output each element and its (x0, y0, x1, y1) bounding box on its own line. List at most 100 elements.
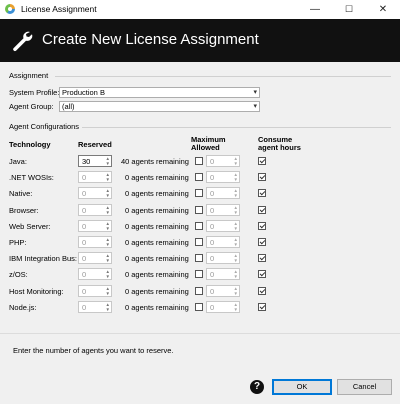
maximum-allowed-checkbox[interactable] (195, 205, 203, 214)
maximum-allowed-checkbox[interactable] (195, 221, 203, 230)
stepper-arrows-icon[interactable]: ▲ ▼ (234, 205, 238, 215)
hint-text: Enter the number of agents you want to r… (13, 346, 174, 355)
dialog-title: Create New License Assignment (42, 31, 259, 48)
reserved-stepper[interactable]: 0 ▲ ▼ (78, 300, 112, 313)
maximum-allowed-checkbox[interactable] (195, 189, 203, 198)
consume-agent-hours-checkbox[interactable] (258, 205, 266, 214)
stepper-arrows-icon[interactable]: ▲ ▼ (106, 253, 110, 263)
cancel-button[interactable]: Cancel (337, 379, 392, 395)
consume-agent-hours-checkbox[interactable] (258, 270, 266, 279)
maximum-allowed-checkbox[interactable] (195, 254, 203, 263)
consume-agent-hours-checkbox[interactable] (258, 173, 266, 182)
reserved-stepper[interactable]: 0 ▲ ▼ (78, 203, 112, 216)
consume-agent-hours-checkbox[interactable] (258, 221, 266, 230)
reserved-stepper[interactable]: 0 ▲ ▼ (78, 187, 112, 200)
technology-label: Native: (9, 189, 33, 199)
maximum-allowed-stepper[interactable]: 0 ▲ ▼ (206, 236, 240, 248)
stepper-arrows-icon[interactable]: ▲ ▼ (234, 172, 238, 182)
consume-agent-hours-checkbox[interactable] (258, 157, 266, 165)
stepper-arrows-icon[interactable]: ▲ ▼ (234, 221, 238, 231)
maximum-allowed-checkbox[interactable] (195, 270, 203, 279)
reserved-value: 0 (82, 286, 87, 296)
window-title: License Assignment (21, 4, 97, 14)
agent-row: .NET WOSIs: 0 ▲ ▼ 0 agents remaining 0 ▲ ▼ (0, 171, 400, 185)
maximum-allowed-checkbox[interactable] (195, 173, 203, 182)
system-profile-select[interactable]: Production B ▾ (59, 87, 260, 98)
agent-row: Java: 30 ▲ ▼ 40 agents remaining 0 ▲ ▼ (0, 155, 400, 169)
stepper-arrows-icon[interactable]: ▲ ▼ (106, 302, 110, 312)
stepper-arrows-icon[interactable]: ▲ ▼ (106, 156, 110, 166)
window-titlebar[interactable]: License Assignment — ☐ ✕ (0, 0, 400, 19)
agents-remaining: 0 agents remaining (125, 302, 189, 312)
agent-row: Host Monitoring: 0 ▲ ▼ 0 agents remaining 0 ▲ ▼ (0, 284, 400, 299)
maximum-allowed-stepper[interactable]: 0 ▲ ▼ (206, 268, 240, 281)
consume-agent-hours-checkbox[interactable] (258, 302, 266, 311)
consume-agent-hours-checkbox[interactable] (258, 254, 266, 263)
footer-divider (0, 333, 400, 334)
agent-row: PHP: 0 ▲ ▼ 0 agents remaining 0 ▲ ▼ (0, 236, 400, 250)
maximum-allowed-checkbox[interactable] (195, 238, 203, 246)
stepper-arrows-icon[interactable]: ▲ ▼ (234, 237, 238, 247)
stepper-arrows-icon[interactable]: ▲ ▼ (106, 269, 110, 279)
technology-label: Web Server: (9, 221, 51, 231)
maximum-allowed-stepper[interactable]: 0 ▲ ▼ (206, 252, 240, 265)
reserved-stepper[interactable]: 0 ▲ ▼ (78, 236, 112, 248)
reserved-stepper[interactable]: 0 ▲ ▼ (78, 252, 112, 265)
stepper-arrows-icon[interactable]: ▲ ▼ (234, 269, 238, 279)
technology-label: PHP: (9, 238, 27, 247)
agents-remaining: 0 agents remaining (125, 189, 189, 199)
reserved-stepper[interactable]: 0 ▲ ▼ (78, 219, 112, 232)
stepper-arrows-icon[interactable]: ▲ ▼ (106, 286, 110, 296)
stepper-arrows-icon[interactable]: ▲ ▼ (106, 205, 110, 215)
maximum-allowed-value: 0 (210, 270, 215, 280)
consume-agent-hours-checkbox[interactable] (258, 286, 266, 295)
stepper-arrows-icon[interactable]: ▲ ▼ (106, 188, 110, 198)
maximum-allowed-stepper[interactable]: 0 ▲ ▼ (206, 155, 240, 167)
header-maximum-allowed: Maximum Allowed (191, 136, 226, 152)
maximum-allowed-stepper[interactable]: 0 ▲ ▼ (206, 284, 240, 297)
maximum-allowed-stepper[interactable]: 0 ▲ ▼ (206, 187, 240, 200)
maximum-allowed-checkbox[interactable] (195, 157, 203, 165)
reserved-value: 30 (82, 157, 91, 166)
close-button[interactable]: ✕ (366, 0, 400, 19)
minimize-button[interactable]: — (298, 0, 332, 19)
maximum-allowed-checkbox[interactable] (195, 286, 203, 295)
maximum-allowed-stepper[interactable]: 0 ▲ ▼ (206, 300, 240, 313)
maximum-allowed-stepper[interactable]: 0 ▲ ▼ (206, 171, 240, 184)
maximum-allowed-value: 0 (210, 302, 215, 312)
stepper-arrows-icon[interactable]: ▲ ▼ (234, 188, 238, 198)
stepper-arrows-icon[interactable]: ▲ ▼ (234, 286, 238, 296)
agent-row: IBM Integration Bus: 0 ▲ ▼ 0 agents remainin… (0, 252, 400, 266)
stepper-arrows-icon[interactable]: ▲ ▼ (106, 221, 110, 231)
maximize-button[interactable]: ☐ (332, 0, 366, 19)
maximum-allowed-value: 0 (210, 173, 215, 183)
reserved-stepper[interactable]: 30 ▲ ▼ (78, 155, 112, 167)
agent-group-value: (all) (62, 102, 75, 111)
technology-label: .NET WOSIs: (9, 173, 54, 183)
reserved-stepper[interactable]: 0 ▲ ▼ (78, 268, 112, 281)
reserved-value: 0 (82, 221, 87, 231)
agents-remaining: 0 agents remaining (125, 254, 189, 264)
stepper-arrows-icon[interactable]: ▲ ▼ (106, 172, 110, 182)
stepper-arrows-icon[interactable]: ▲ ▼ (234, 253, 238, 263)
help-icon[interactable]: ? (250, 380, 264, 394)
reserved-value: 0 (82, 270, 87, 280)
consume-agent-hours-checkbox[interactable] (258, 238, 266, 246)
stepper-arrows-icon[interactable]: ▲ ▼ (234, 156, 238, 166)
maximum-allowed-stepper[interactable]: 0 ▲ ▼ (206, 203, 240, 216)
reserved-stepper[interactable]: 0 ▲ ▼ (78, 171, 112, 184)
reserved-value: 0 (82, 205, 87, 215)
stepper-arrows-icon[interactable]: ▲ ▼ (106, 237, 110, 247)
maximum-allowed-value: 0 (210, 254, 215, 264)
ok-button[interactable]: OK (272, 379, 332, 395)
consume-agent-hours-checkbox[interactable] (258, 189, 266, 198)
reserved-stepper[interactable]: 0 ▲ ▼ (78, 284, 112, 297)
stepper-arrows-icon[interactable]: ▲ ▼ (234, 302, 238, 312)
maximum-allowed-stepper[interactable]: 0 ▲ ▼ (206, 219, 240, 232)
agent-group-label: Agent Group: (9, 102, 54, 111)
reserved-value: 0 (82, 254, 87, 264)
maximum-allowed-checkbox[interactable] (195, 302, 203, 311)
header-technology: Technology (9, 140, 51, 149)
agent-group-select[interactable]: (all) ▾ (59, 101, 260, 112)
technology-label: Browser: (9, 205, 39, 215)
